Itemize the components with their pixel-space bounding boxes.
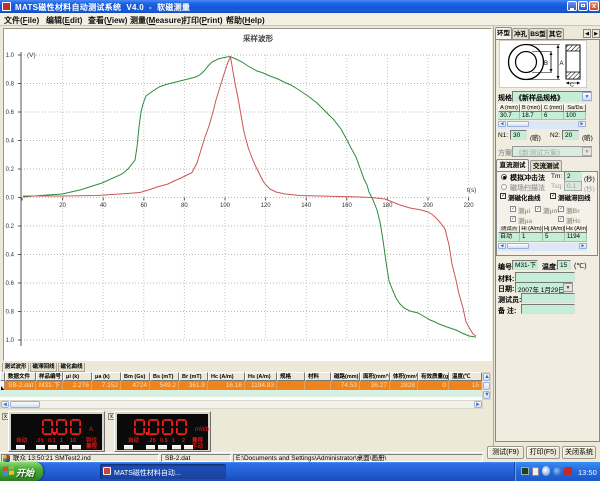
svg-text:C: C [570, 83, 574, 88]
svg-text:B: B [544, 61, 548, 67]
svg-text:A: A [560, 61, 564, 67]
